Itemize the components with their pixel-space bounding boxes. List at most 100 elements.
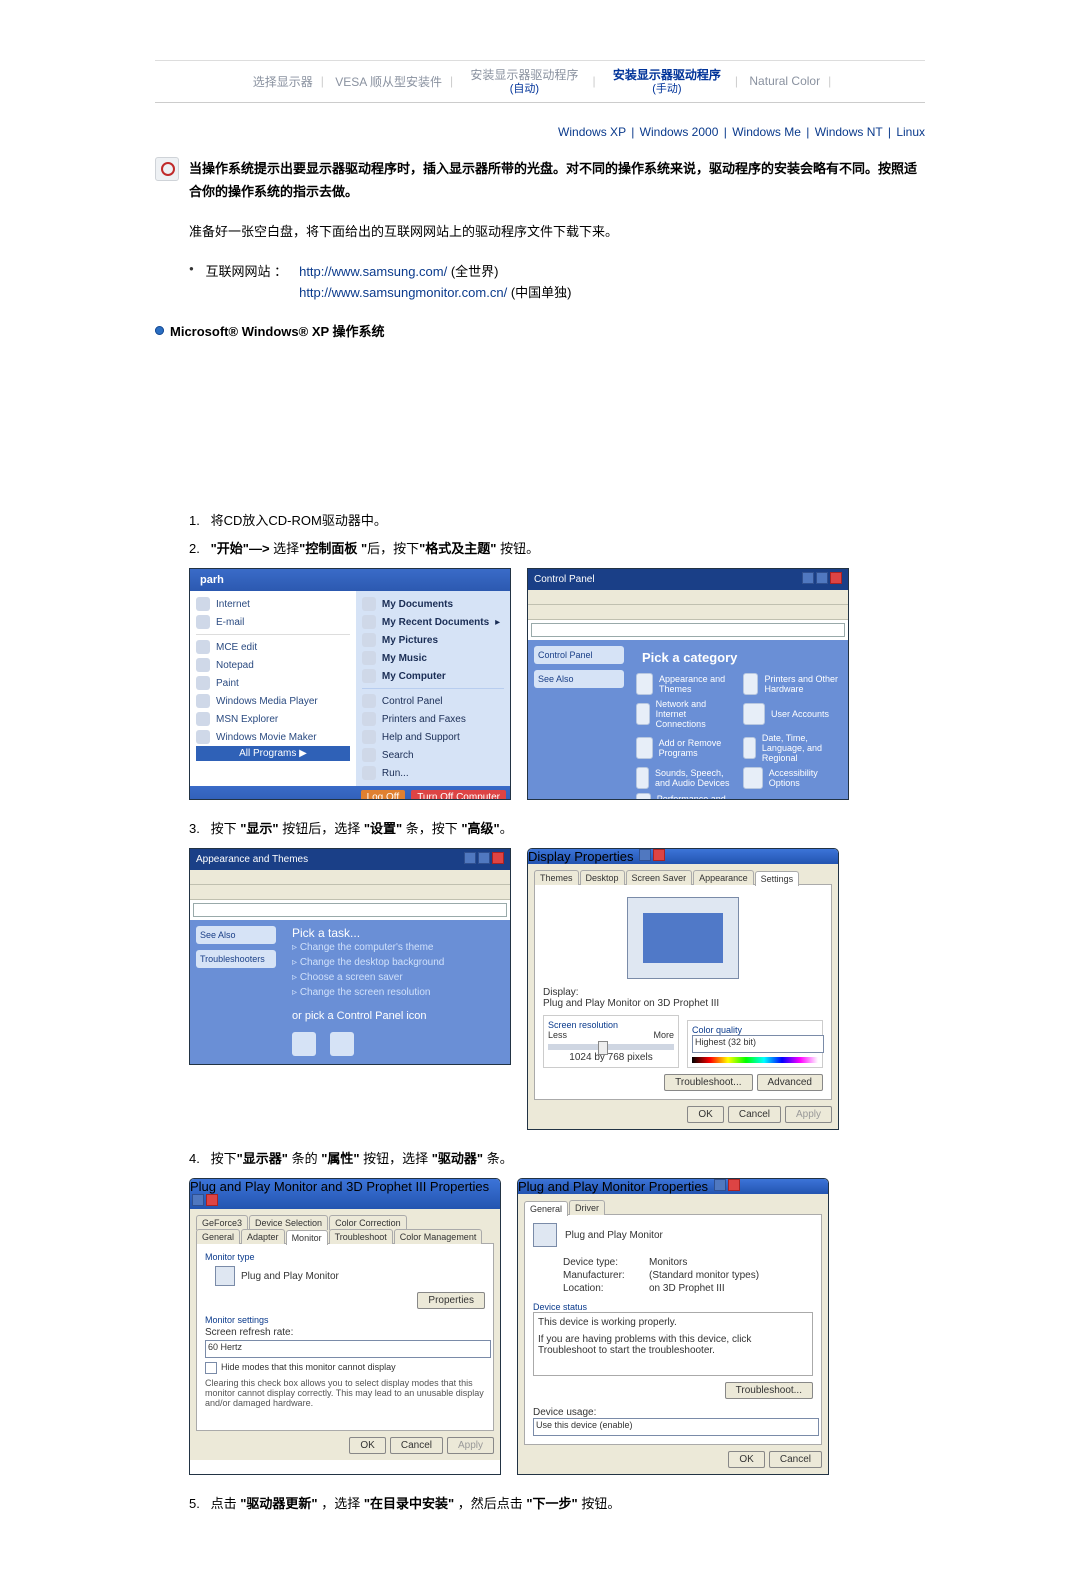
start-item[interactable]: Printers and Faxes <box>362 710 504 728</box>
cp-category[interactable]: Appearance and Themes <box>636 673 735 695</box>
start-item[interactable]: E-mail <box>196 613 350 631</box>
os-link-strip: Windows XP | Windows 2000 | Windows Me |… <box>155 125 925 139</box>
window-controls[interactable] <box>712 1179 740 1194</box>
cp-category[interactable]: Printers and Other Hardware <box>743 673 842 695</box>
window-controls[interactable] <box>190 1194 218 1209</box>
ok-button[interactable]: OK <box>687 1106 723 1123</box>
apt-icon[interactable] <box>292 1032 316 1056</box>
link-winnt[interactable]: Windows NT <box>815 125 883 139</box>
start-item[interactable]: Paint <box>196 674 350 692</box>
color-select[interactable]: Highest (32 bit) <box>692 1035 824 1053</box>
start-item[interactable]: MSN Explorer <box>196 710 350 728</box>
start-item[interactable]: My Music <box>362 649 504 667</box>
cancel-button[interactable]: Cancel <box>390 1437 443 1454</box>
step-5: 5. 点击 "驱动器更新" ，选择 "在目录中安装" ，然后点击 "下一步" 按… <box>189 1493 925 1515</box>
start-item[interactable]: Windows Media Player <box>196 692 350 710</box>
start-item[interactable]: Windows Movie Maker <box>196 728 350 746</box>
start-item[interactable]: My Documents <box>362 595 504 613</box>
advanced-button[interactable]: Advanced <box>757 1074 823 1091</box>
adv-tab[interactable]: Troubleshoot <box>329 1229 393 1244</box>
start-item[interactable]: Help and Support <box>362 728 504 746</box>
window-controls[interactable] <box>637 849 665 864</box>
tab-select-monitor[interactable]: 选择显示器 <box>253 73 313 90</box>
troubleshoot-button[interactable]: Troubleshoot... <box>725 1382 813 1399</box>
screenshot-monitor-properties-general: Plug and Play Monitor Properties General… <box>517 1178 829 1475</box>
apply-button[interactable]: Apply <box>785 1106 832 1123</box>
resolution-value: 1024 by 768 pixels <box>548 1052 674 1063</box>
start-item[interactable]: Internet <box>196 595 350 613</box>
cp-side-panel: Control Panel <box>534 646 624 664</box>
properties-button[interactable]: Properties <box>417 1292 485 1309</box>
shutdown-button[interactable]: Turn Off Computer <box>411 790 506 800</box>
adv-tab[interactable]: Adapter <box>241 1229 285 1244</box>
cancel-button[interactable]: Cancel <box>769 1451 822 1468</box>
window-title: Control Panel <box>534 574 595 585</box>
cp-category[interactable]: Accessibility Options <box>743 767 842 789</box>
link-samsung-china[interactable]: http://www.samsungmonitor.com.cn/ <box>299 285 507 300</box>
ok-button[interactable]: OK <box>728 1451 764 1468</box>
cp-category[interactable]: Network and Internet Connections <box>636 699 735 729</box>
apt-task[interactable]: ▹ Change the computer's theme <box>292 940 500 955</box>
tab-install-auto[interactable]: 安装显示器驱动程序(自动) <box>464 67 584 96</box>
start-item[interactable]: MCE edit <box>196 638 350 656</box>
screenshot-advanced-monitor: Plug and Play Monitor and 3D Prophet III… <box>189 1178 501 1475</box>
monitor-settings-legend: Monitor settings <box>205 1315 485 1325</box>
apt-icon[interactable] <box>330 1032 354 1056</box>
tab-appearance[interactable]: Appearance <box>693 870 754 885</box>
ok-button[interactable]: OK <box>349 1437 385 1454</box>
cp-category[interactable]: Add or Remove Programs <box>636 733 735 763</box>
start-item[interactable]: Run... <box>362 764 504 782</box>
tab-install-manual[interactable]: 安装显示器驱动程序(手动) <box>607 67 727 96</box>
adv-tab-monitor[interactable]: Monitor <box>286 1230 328 1245</box>
start-item[interactable]: My Recent Documents ▸ <box>362 613 504 631</box>
url1-suffix: (全世界) <box>451 264 499 279</box>
tab-themes[interactable]: Themes <box>534 870 579 885</box>
adv-tab[interactable]: GeForce3 <box>196 1215 248 1230</box>
cp-category[interactable]: Sounds, Speech, and Audio Devices <box>636 767 735 789</box>
gen-tab-general[interactable]: General <box>524 1201 568 1216</box>
apt-task[interactable]: ▹ Change the desktop background <box>292 955 500 970</box>
troubleshoot-button[interactable]: Troubleshoot... <box>664 1074 752 1091</box>
window-controls[interactable] <box>800 572 842 587</box>
resolution-slider[interactable] <box>548 1044 674 1050</box>
hide-modes-check[interactable]: Hide modes that this monitor cannot disp… <box>205 1362 485 1374</box>
gen-tab-driver[interactable]: Driver <box>569 1200 605 1215</box>
link-linux[interactable]: Linux <box>896 125 925 139</box>
cp-category[interactable]: Date, Time, Language, and Regional <box>743 733 842 763</box>
tab-natural-color[interactable]: Natural Color <box>749 74 820 88</box>
start-all-programs[interactable]: All Programs ▶ <box>196 746 350 761</box>
warning-icon <box>155 157 179 181</box>
adv-tab[interactable]: Device Selection <box>249 1215 328 1230</box>
start-item[interactable]: Search <box>362 746 504 764</box>
start-item[interactable]: My Computer <box>362 667 504 685</box>
start-control-panel[interactable]: Control Panel <box>362 692 504 710</box>
apt-task[interactable]: ▹ Choose a screen saver <box>292 970 500 985</box>
window-controls[interactable] <box>462 852 504 867</box>
cp-category[interactable]: Performance and Maintenance <box>636 793 735 800</box>
resolution-group: Screen resolution LessMore 1024 by 768 p… <box>543 1015 679 1068</box>
start-item[interactable]: My Pictures <box>362 631 504 649</box>
link-samsung-global[interactable]: http://www.samsung.com/ <box>299 264 447 279</box>
refresh-select[interactable]: 60 Hertz <box>205 1340 491 1358</box>
tab-screensaver[interactable]: Screen Saver <box>626 870 693 885</box>
link-winme[interactable]: Windows Me <box>732 125 801 139</box>
cancel-button[interactable]: Cancel <box>728 1106 781 1123</box>
tab-vesa[interactable]: VESA 顺从型安装件 <box>335 73 442 90</box>
tab-settings[interactable]: Settings <box>755 871 800 886</box>
tab-desktop[interactable]: Desktop <box>580 870 625 885</box>
apply-button[interactable]: Apply <box>447 1437 494 1454</box>
start-menu-user: parh <box>190 569 510 591</box>
logoff-button[interactable]: Log Off <box>361 790 406 800</box>
cp-pick-category: Pick a category <box>636 648 743 667</box>
step-1: 1. 将CD放入CD-ROM驱动器中。 <box>189 510 925 532</box>
link-win2000[interactable]: Windows 2000 <box>640 125 719 139</box>
usage-select[interactable]: Use this device (enable) <box>533 1418 819 1436</box>
adv-tab[interactable]: Color Management <box>394 1229 483 1244</box>
adv-tab[interactable]: Color Correction <box>329 1215 407 1230</box>
adv-tab[interactable]: General <box>196 1229 240 1244</box>
start-item[interactable]: Notepad <box>196 656 350 674</box>
cp-category[interactable]: User Accounts <box>743 699 842 729</box>
link-winxp[interactable]: Windows XP <box>558 125 626 139</box>
window-title: Plug and Play Monitor and 3D Prophet III… <box>190 1179 489 1194</box>
apt-task[interactable]: ▹ Change the screen resolution <box>292 985 500 1000</box>
